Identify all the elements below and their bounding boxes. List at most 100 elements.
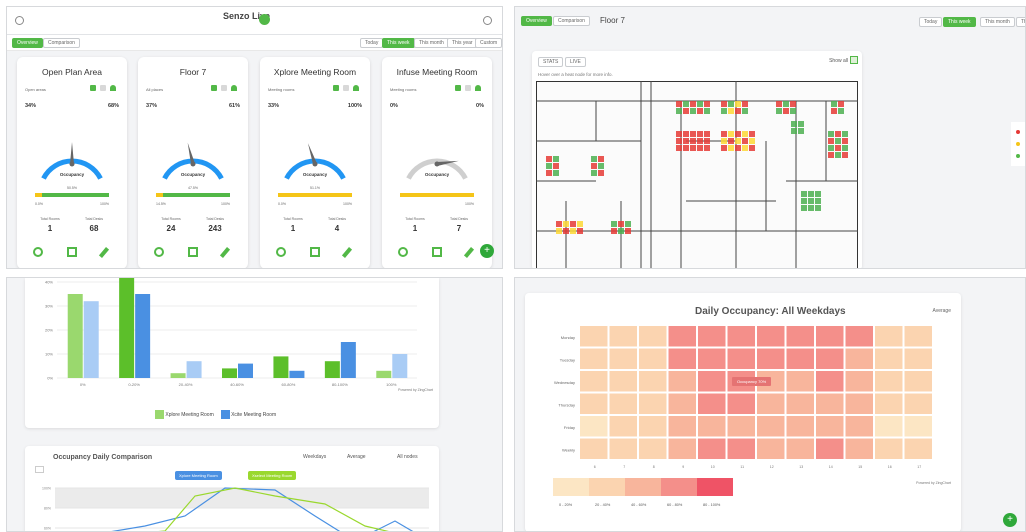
show-all-dropdown[interactable]: Show all: [829, 58, 848, 64]
heatmap-cell[interactable]: [816, 438, 844, 460]
heatmap-cell[interactable]: [580, 348, 608, 370]
heatmap-cell[interactable]: [609, 416, 638, 437]
heatmap-cell[interactable]: [816, 348, 844, 370]
heat-node[interactable]: [801, 191, 807, 197]
heat-node[interactable]: [721, 131, 727, 137]
heatmap-cell[interactable]: [845, 371, 874, 392]
heat-node[interactable]: [749, 145, 755, 151]
grid-view-icon[interactable]: [333, 85, 339, 91]
bar-xcite[interactable]: [289, 370, 305, 378]
heat-node[interactable]: [742, 108, 748, 114]
heatmap-cell[interactable]: [816, 326, 844, 347]
heatmap-cell[interactable]: [668, 393, 697, 415]
heat-node[interactable]: [728, 145, 734, 151]
heat-node[interactable]: [728, 108, 734, 114]
heat-node[interactable]: [618, 228, 624, 234]
heat-node[interactable]: [749, 131, 755, 137]
grid-view-icon[interactable]: [211, 85, 217, 91]
bar-xcite[interactable]: [392, 354, 408, 378]
heat-node[interactable]: [618, 221, 624, 227]
heatmap-cell[interactable]: [875, 326, 903, 347]
heat-node[interactable]: [697, 101, 703, 107]
heatmap-cell[interactable]: [609, 438, 638, 460]
heat-node[interactable]: [591, 170, 597, 176]
heatmap-cell[interactable]: [580, 393, 608, 415]
heat-node[interactable]: [553, 163, 559, 169]
wifi-icon[interactable]: [353, 85, 359, 91]
filter-icon[interactable]: [850, 56, 858, 64]
heat-node[interactable]: [598, 156, 604, 162]
heatmap-cell[interactable]: [904, 416, 933, 437]
heat-node[interactable]: [556, 221, 562, 227]
heat-node[interactable]: [835, 152, 841, 158]
range-this-week[interactable]: This week: [382, 38, 415, 48]
heat-node[interactable]: [690, 145, 696, 151]
heat-node[interactable]: [835, 131, 841, 137]
report-icon[interactable]: [432, 247, 442, 257]
heat-node[interactable]: [831, 108, 837, 114]
heatmap-cell[interactable]: [816, 393, 844, 415]
occupancy-icon[interactable]: [276, 247, 286, 257]
heatmap-cell[interactable]: [727, 393, 756, 415]
heat-node[interactable]: [742, 138, 748, 144]
heatmap-cell[interactable]: [639, 416, 667, 437]
heat-node[interactable]: [690, 131, 696, 137]
range-this-year[interactable]: This year: [447, 38, 478, 48]
list-view-icon[interactable]: [343, 85, 349, 91]
heatmap-cell[interactable]: [639, 371, 667, 392]
heat-node[interactable]: [815, 205, 821, 211]
heat-node[interactable]: [783, 108, 789, 114]
floor-plan-map[interactable]: [536, 81, 858, 269]
heatmap-cell[interactable]: [816, 371, 844, 392]
heat-node[interactable]: [831, 101, 837, 107]
heat-node[interactable]: [842, 131, 848, 137]
filter-dropdown[interactable]: Meeting rooms: [390, 87, 416, 92]
heat-node[interactable]: [690, 101, 696, 107]
bar-xplore[interactable]: [67, 294, 83, 378]
heatmap-cell[interactable]: [786, 371, 815, 392]
heat-node[interactable]: [577, 228, 583, 234]
heatmap-cell[interactable]: [698, 438, 726, 460]
heatmap-cell[interactable]: [875, 416, 903, 437]
heatmap-cell[interactable]: [580, 416, 608, 437]
heatmap-cell[interactable]: [639, 393, 667, 415]
range-this-year[interactable]: Th: [1016, 17, 1025, 27]
heat-node[interactable]: [838, 108, 844, 114]
report-icon[interactable]: [67, 247, 77, 257]
tools-icon[interactable]: [463, 247, 475, 258]
heat-node[interactable]: [721, 145, 727, 151]
heatmap-cell[interactable]: [904, 438, 933, 460]
heat-node[interactable]: [742, 101, 748, 107]
heat-node[interactable]: [553, 170, 559, 176]
range-this-month[interactable]: This month: [414, 38, 449, 48]
heat-node[interactable]: [625, 221, 631, 227]
range-this-month[interactable]: This month: [980, 17, 1015, 27]
heat-node[interactable]: [742, 131, 748, 137]
heat-node[interactable]: [808, 198, 814, 204]
heat-node[interactable]: [553, 156, 559, 162]
heat-node[interactable]: [683, 145, 689, 151]
heatmap-cell[interactable]: [845, 438, 874, 460]
heat-node[interactable]: [563, 221, 569, 227]
heat-node[interactable]: [563, 228, 569, 234]
heatmap-cell[interactable]: [668, 416, 697, 437]
heat-node[interactable]: [808, 191, 814, 197]
heatmap-cell[interactable]: [609, 371, 638, 392]
bar-xplore[interactable]: [119, 278, 135, 378]
bar-xplore[interactable]: [273, 356, 289, 378]
heat-node[interactable]: [842, 145, 848, 151]
heat-node[interactable]: [790, 108, 796, 114]
heatmap-cell[interactable]: [639, 348, 667, 370]
heat-node[interactable]: [798, 121, 804, 127]
heatmap-cell[interactable]: [698, 416, 726, 437]
heat-node[interactable]: [835, 138, 841, 144]
heat-node[interactable]: [697, 145, 703, 151]
heatmap-cell[interactable]: [698, 326, 726, 347]
heatmap-cell[interactable]: [580, 326, 608, 347]
bar-xplore[interactable]: [376, 370, 392, 378]
heatmap-cell[interactable]: [904, 326, 933, 347]
heat-node[interactable]: [598, 170, 604, 176]
heat-node[interactable]: [735, 145, 741, 151]
heat-node[interactable]: [683, 108, 689, 114]
heat-node[interactable]: [690, 138, 696, 144]
